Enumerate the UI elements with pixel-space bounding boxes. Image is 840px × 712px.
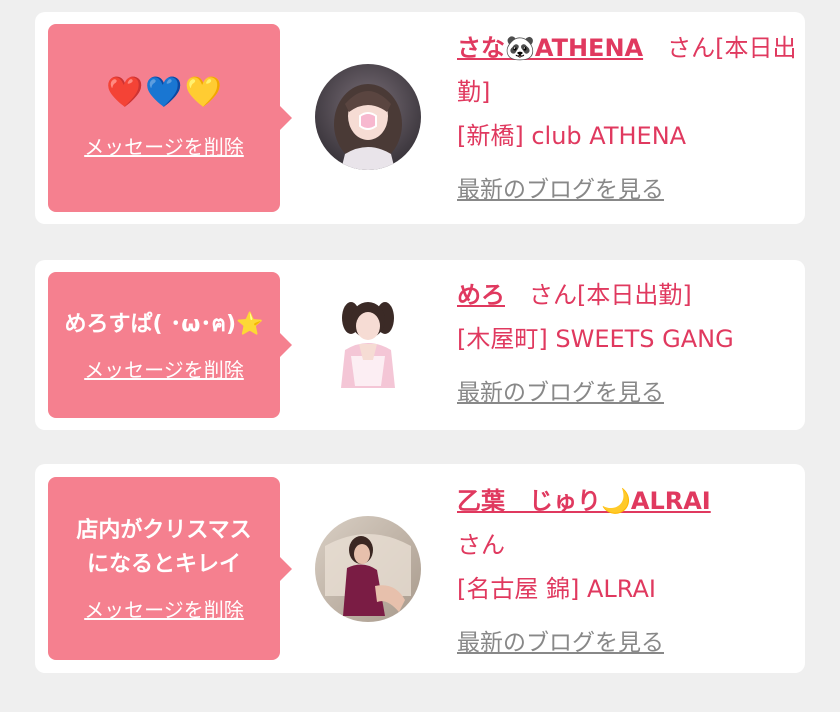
- blue-heart-icon: 💙: [145, 74, 183, 110]
- message-bubble: 店内がクリスマス になるとキレイ メッセージを削除: [48, 477, 292, 660]
- message-bubble: ❤️ 💙 💛 メッセージを削除: [48, 24, 292, 212]
- cast-name-link[interactable]: 乙葉 じゅり🌙ALRAI: [457, 487, 711, 515]
- favorite-card: ❤️ 💙 💛 メッセージを削除 さな🐼ATHENA さん[本日出勤] [新橋] …: [35, 12, 805, 224]
- avatar[interactable]: [315, 64, 421, 170]
- cast-info: さな🐼ATHENA さん[本日出勤] [新橋] club ATHENA 最新のブ…: [457, 26, 797, 212]
- delete-message-link[interactable]: メッセージを削除: [84, 594, 244, 623]
- cast-status: さん[本日出勤]: [505, 281, 692, 309]
- cast-name-link[interactable]: さな🐼ATHENA: [457, 34, 643, 62]
- message-bubble: めろすぱ( ･ω･ฅ)⭐️ メッセージを削除: [48, 272, 292, 418]
- shop-name: [木屋町] SWEETS GANG: [457, 325, 734, 353]
- message-hearts: ❤️ 💙 💛: [105, 74, 223, 110]
- shop-name: [新橋] club ATHENA: [457, 122, 687, 150]
- favorite-card: めろすぱ( ･ω･ฅ)⭐️ メッセージを削除 めろ さん[本日出勤] [木屋町]…: [35, 260, 805, 430]
- message-text: めろすぱ( ･ω･ฅ)⭐️: [64, 311, 264, 337]
- latest-blog-link[interactable]: 最新のブログを見る: [457, 621, 664, 665]
- avatar[interactable]: [315, 516, 421, 622]
- delete-message-link[interactable]: メッセージを削除: [84, 354, 244, 383]
- cast-name-link[interactable]: めろ: [457, 281, 505, 309]
- latest-blog-link[interactable]: 最新のブログを見る: [457, 371, 664, 415]
- latest-blog-link[interactable]: 最新のブログを見る: [457, 168, 664, 212]
- yellow-heart-icon: 💛: [184, 74, 223, 110]
- cast-info: 乙葉 じゅり🌙ALRAI さん [名古屋 錦] ALRAI 最新のブログを見る: [457, 479, 797, 665]
- message-text: 店内がクリスマス になるとキレイ: [76, 518, 252, 577]
- favorite-card: 店内がクリスマス になるとキレイ メッセージを削除 乙葉 じゅり🌙ALRAI さ…: [35, 464, 805, 673]
- delete-message-link[interactable]: メッセージを削除: [84, 131, 244, 160]
- cast-status: さん: [457, 531, 505, 559]
- avatar[interactable]: [315, 290, 421, 396]
- red-heart-icon: ❤️: [105, 74, 144, 110]
- shop-name: [名古屋 錦] ALRAI: [457, 575, 656, 603]
- favorites-list: ❤️ 💙 💛 メッセージを削除 さな🐼ATHENA さん[本日出勤] [新橋] …: [0, 0, 840, 712]
- cast-info: めろ さん[本日出勤] [木屋町] SWEETS GANG 最新のブログを見る: [457, 273, 797, 415]
